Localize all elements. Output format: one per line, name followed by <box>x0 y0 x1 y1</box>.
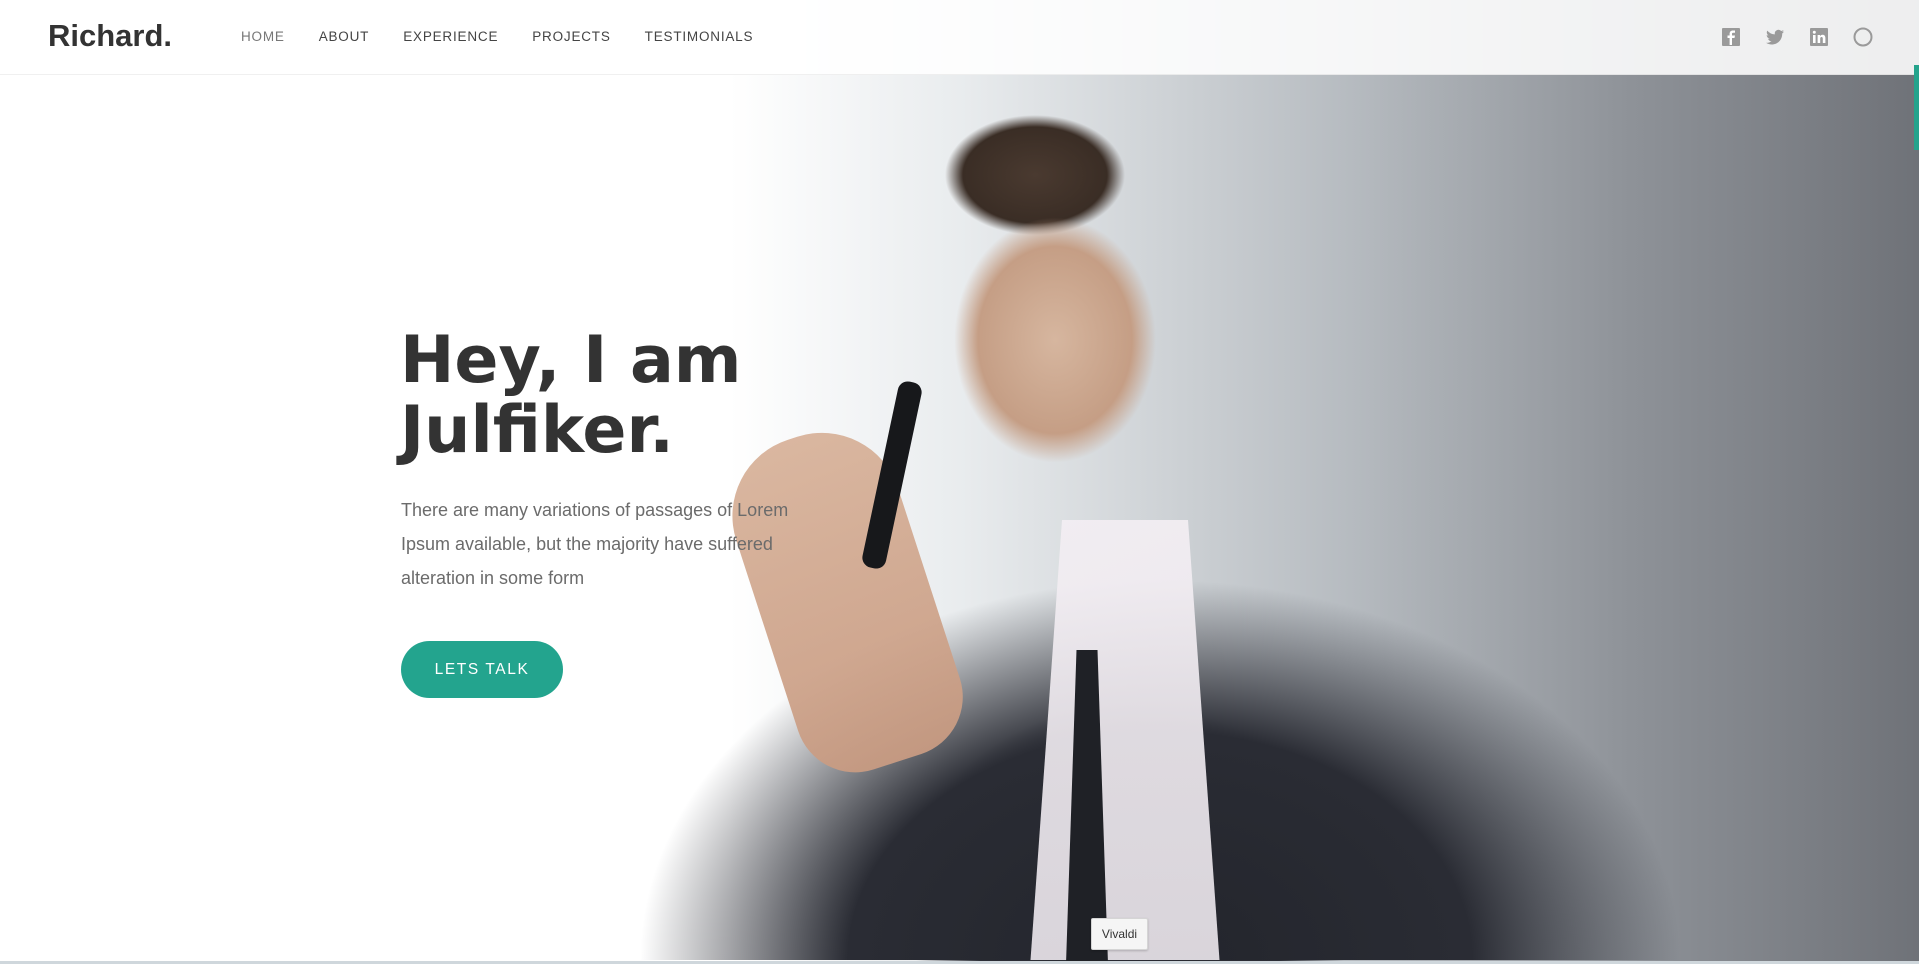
nav-experience[interactable]: EXPERIENCE <box>403 29 498 44</box>
nav-about[interactable]: ABOUT <box>319 29 370 44</box>
hero-title: Hey, I am Julfiker. <box>400 326 860 466</box>
lets-talk-button[interactable]: LETS TALK <box>401 641 563 698</box>
twitter-icon[interactable] <box>1765 27 1785 47</box>
circle-icon[interactable] <box>1853 27 1873 47</box>
hero-title-line-1: Hey, I am <box>400 323 742 398</box>
hero-description: There are many variations of passages of… <box>401 493 831 595</box>
facebook-icon[interactable] <box>1721 27 1741 47</box>
browser-tooltip: Vivaldi <box>1091 918 1148 950</box>
social-links <box>1721 27 1873 47</box>
nav-home[interactable]: HOME <box>241 29 285 44</box>
scroll-indicator <box>1914 65 1919 150</box>
hero-description-line-3: alteration in some form <box>401 568 585 588</box>
site-logo[interactable]: Richard. <box>48 18 172 54</box>
main-nav: HOME ABOUT EXPERIENCE PROJECTS TESTIMONI… <box>241 29 787 44</box>
site-header: Richard. HOME ABOUT EXPERIENCE PROJECTS … <box>0 0 1919 75</box>
nav-testimonials[interactable]: TESTIMONIALS <box>645 29 754 44</box>
hero-description-line-1: There are many variations of passages of… <box>401 500 789 520</box>
nav-projects[interactable]: PROJECTS <box>532 29 610 44</box>
linkedin-icon[interactable] <box>1809 27 1829 47</box>
hero-title-line-2: Julfiker. <box>400 393 674 468</box>
hero-description-line-2: Ipsum available, but the majority have s… <box>401 534 773 554</box>
